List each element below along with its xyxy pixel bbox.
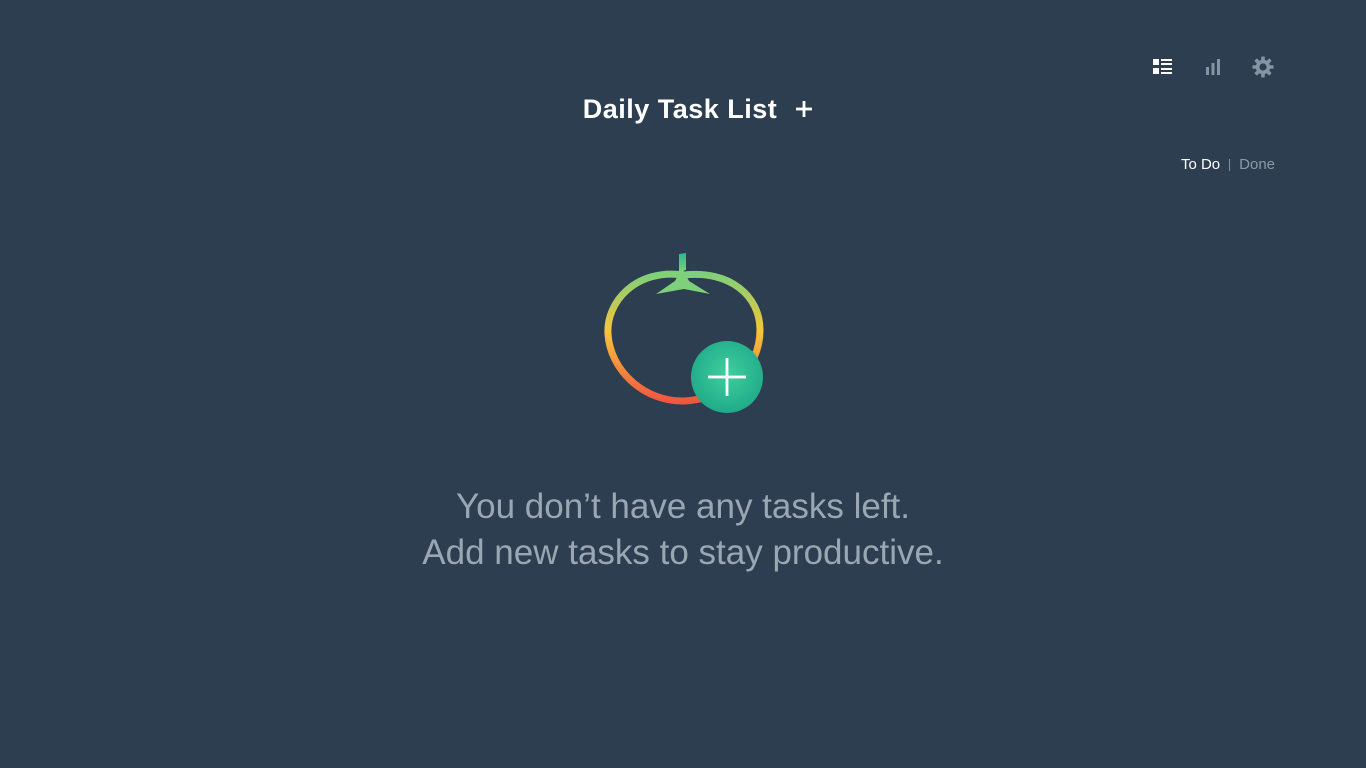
filter-divider — [1229, 158, 1231, 171]
page-title: Daily Task List — [582, 93, 778, 124]
task-filter: To Do Done — [1181, 156, 1275, 173]
empty-state-line-2: Add new tasks to stay productive. — [422, 533, 944, 572]
app-window: Daily Task List To Do Done You don’t hav… — [0, 0, 1366, 768]
task-list-view-button[interactable] — [1148, 52, 1178, 82]
settings-button[interactable] — [1248, 52, 1278, 82]
settings-icon — [1252, 56, 1274, 78]
filter-done-tab[interactable]: Done — [1239, 156, 1275, 173]
add-task-illustration[interactable] — [600, 250, 770, 420]
empty-state-line-1: You don’t have any tasks left. — [455, 487, 910, 526]
empty-state-message: You don’t have any tasks left. Add new t… — [0, 484, 1366, 576]
statistics-button[interactable] — [1198, 52, 1228, 82]
plus-icon — [796, 101, 813, 117]
task-list-icon — [1153, 59, 1172, 74]
header: Daily Task List — [0, 92, 1366, 126]
tomato-add-icon — [604, 253, 764, 413]
top-toolbar — [1128, 52, 1278, 82]
add-task-button[interactable] — [787, 92, 821, 126]
statistics-icon — [1206, 59, 1220, 75]
filter-todo-tab[interactable]: To Do — [1181, 156, 1220, 173]
